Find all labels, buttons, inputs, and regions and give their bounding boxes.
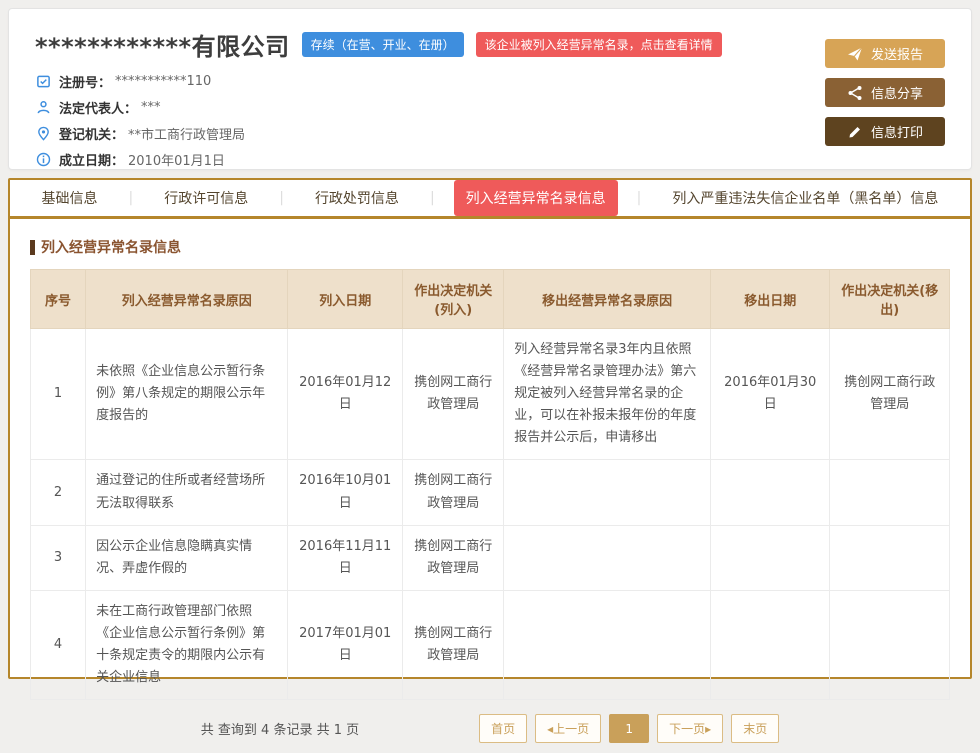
- tab-divider: |: [279, 190, 284, 206]
- action-button-label: 发送报告: [871, 44, 923, 63]
- table-cell: [711, 525, 830, 590]
- table-cell: [504, 460, 711, 525]
- info-line: 登记机关：**市工商行政管理局: [35, 124, 722, 143]
- prev-page-button[interactable]: ◂上一页: [535, 714, 601, 743]
- info-icon: [35, 152, 51, 168]
- table-cell: [504, 525, 711, 590]
- print-info-button[interactable]: 信息打印: [825, 117, 945, 146]
- info-label: 成立日期：: [59, 150, 124, 169]
- tab-divider: |: [637, 190, 642, 206]
- abnormal-list-section: 列入经营异常名录信息 序号列入经营异常名录原因列入日期作出决定机关(列入)移出经…: [10, 219, 970, 753]
- pager: 首页 ◂上一页 1 下一页▸ 末页: [479, 714, 779, 743]
- table-row: 1未依照《企业信息公示暂行条例》第八条规定的期限公示年度报告的2016年01月1…: [31, 329, 950, 460]
- tab-2[interactable]: 行政处罚信息: [303, 180, 411, 216]
- table-row: 4未在工商行政管理部门依照《企业信息公示暂行条例》第十条规定责令的期限内公示有关…: [31, 590, 950, 699]
- certificate-icon: [35, 74, 51, 90]
- page-number-button[interactable]: 1: [609, 714, 649, 743]
- column-header: 作出决定机关(移出): [830, 270, 950, 329]
- action-button-label: 信息打印: [871, 122, 923, 141]
- table-cell: 携创网工商行政管理局: [403, 525, 504, 590]
- location-icon: [35, 126, 51, 142]
- tab-divider: |: [430, 190, 435, 206]
- pencil-icon: [847, 124, 863, 140]
- section-title-bar-icon: [30, 240, 35, 255]
- column-header: 移出日期: [711, 270, 830, 329]
- table-cell: 1: [31, 329, 86, 460]
- company-header-card: ************有限公司 存续（在营、开业、在册） 该企业被列入经营异常…: [8, 8, 972, 170]
- tab-bar: 基础信息 | 行政许可信息 | 行政处罚信息 | 列入经营异常名录信息 | 列入严重违法失信企业…: [10, 180, 970, 219]
- table-cell: 因公示企业信息隐瞒真实情况、弄虚作假的: [86, 525, 288, 590]
- info-value: 2010年01月1日: [128, 150, 225, 169]
- table-cell: [711, 460, 830, 525]
- column-header: 移出经营异常名录原因: [504, 270, 711, 329]
- company-info-list: 注册号： ***********110 法定代表人： *** 登记机关：**市工商行政管…: [35, 72, 722, 169]
- tab-divider: |: [129, 190, 134, 206]
- send-icon: [847, 46, 863, 62]
- first-page-button[interactable]: 首页: [479, 714, 527, 743]
- table-row: 2通过登记的住所或者经营场所无法取得联系2016年10月01日携创网工商行政管理…: [31, 460, 950, 525]
- column-header: 作出决定机关(列入): [403, 270, 504, 329]
- table-cell: 通过登记的住所或者经营场所无法取得联系: [86, 460, 288, 525]
- info-value: ***: [141, 100, 161, 115]
- company-name: ************有限公司: [35, 27, 290, 62]
- info-value: **市工商行政管理局: [128, 124, 245, 143]
- action-button-label: 信息分享: [871, 83, 923, 102]
- table-cell: 2: [31, 460, 86, 525]
- info-value: ***********110: [115, 74, 211, 89]
- table-cell: [830, 525, 950, 590]
- section-title: 列入经营异常名录信息: [30, 237, 950, 257]
- table-cell: 携创网工商行政管理局: [830, 329, 950, 460]
- table-cell: 3: [31, 525, 86, 590]
- table-cell: 2016年01月12日: [288, 329, 403, 460]
- person-icon: [35, 100, 51, 116]
- table-cell: [830, 460, 950, 525]
- table-cell: 2016年11月11日: [288, 525, 403, 590]
- table-cell: 2016年01月30日: [711, 329, 830, 460]
- table-cell: 未在工商行政管理部门依照《企业信息公示暂行条例》第十条规定责令的期限内公示有关企…: [86, 590, 288, 699]
- table-cell: [504, 590, 711, 699]
- table-row: 3因公示企业信息隐瞒真实情况、弄虚作假的2016年11月11日携创网工商行政管理…: [31, 525, 950, 590]
- info-line: 法定代表人： ***: [35, 98, 722, 117]
- detail-card: 基础信息 | 行政许可信息 | 行政处罚信息 | 列入经营异常名录信息 | 列入严重违法失信企业…: [8, 178, 972, 679]
- info-label: 登记机关：: [59, 124, 124, 143]
- column-header: 列入日期: [288, 270, 403, 329]
- tab-0[interactable]: 基础信息: [30, 180, 110, 216]
- section-title-text: 列入经营异常名录信息: [41, 237, 181, 257]
- column-header: 列入经营异常名录原因: [86, 270, 288, 329]
- share-info-button[interactable]: 信息分享: [825, 78, 945, 107]
- column-header: 序号: [31, 270, 86, 329]
- company-info-block: ************有限公司 存续（在营、开业、在册） 该企业被列入经营异常…: [35, 27, 722, 153]
- info-label: 注册号：: [59, 72, 111, 91]
- table-cell: 4: [31, 590, 86, 699]
- table-cell: 未依照《企业信息公示暂行条例》第八条规定的期限公示年度报告的: [86, 329, 288, 460]
- table-cell: [830, 590, 950, 699]
- abnormal-warning-badge[interactable]: 该企业被列入经营异常名录，点击查看详情: [476, 32, 722, 57]
- table-cell: 2016年10月01日: [288, 460, 403, 525]
- send-report-button[interactable]: 发送报告: [825, 39, 945, 68]
- info-label: 法定代表人：: [59, 98, 137, 117]
- info-line: 注册号： ***********110: [35, 72, 722, 91]
- table-cell: [711, 590, 830, 699]
- table-cell: 2017年01月01日: [288, 590, 403, 699]
- table-cell: 携创网工商行政管理局: [403, 460, 504, 525]
- record-count-summary: 共 查询到 4 条记录 共 1 页: [201, 719, 359, 738]
- last-page-button[interactable]: 末页: [731, 714, 779, 743]
- tab-3[interactable]: 列入经营异常名录信息: [454, 180, 618, 216]
- abnormal-records-table: 序号列入经营异常名录原因列入日期作出决定机关(列入)移出经营异常名录原因移出日期…: [30, 269, 950, 700]
- tab-4[interactable]: 列入严重违法失信企业名单（黑名单）信息: [660, 180, 950, 216]
- info-line: 成立日期：2010年01月1日: [35, 150, 722, 169]
- action-buttons: 发送报告信息分享信息打印: [825, 27, 945, 153]
- pagination-row: 共 查询到 4 条记录 共 1 页 首页 ◂上一页 1 下一页▸ 末页: [30, 714, 950, 743]
- status-badge: 存续（在营、开业、在册）: [302, 32, 464, 57]
- next-page-button[interactable]: 下一页▸: [657, 714, 723, 743]
- tab-1[interactable]: 行政许可信息: [152, 180, 260, 216]
- table-cell: 携创网工商行政管理局: [403, 329, 504, 460]
- table-cell: 列入经营异常名录3年内且依照《经营异常名录管理办法》第六规定被列入经营异常名录的…: [504, 329, 711, 460]
- company-title-row: ************有限公司 存续（在营、开业、在册） 该企业被列入经营异常…: [35, 27, 722, 62]
- table-header-row: 序号列入经营异常名录原因列入日期作出决定机关(列入)移出经营异常名录原因移出日期…: [31, 270, 950, 329]
- table-cell: 携创网工商行政管理局: [403, 590, 504, 699]
- share-icon: [847, 85, 863, 101]
